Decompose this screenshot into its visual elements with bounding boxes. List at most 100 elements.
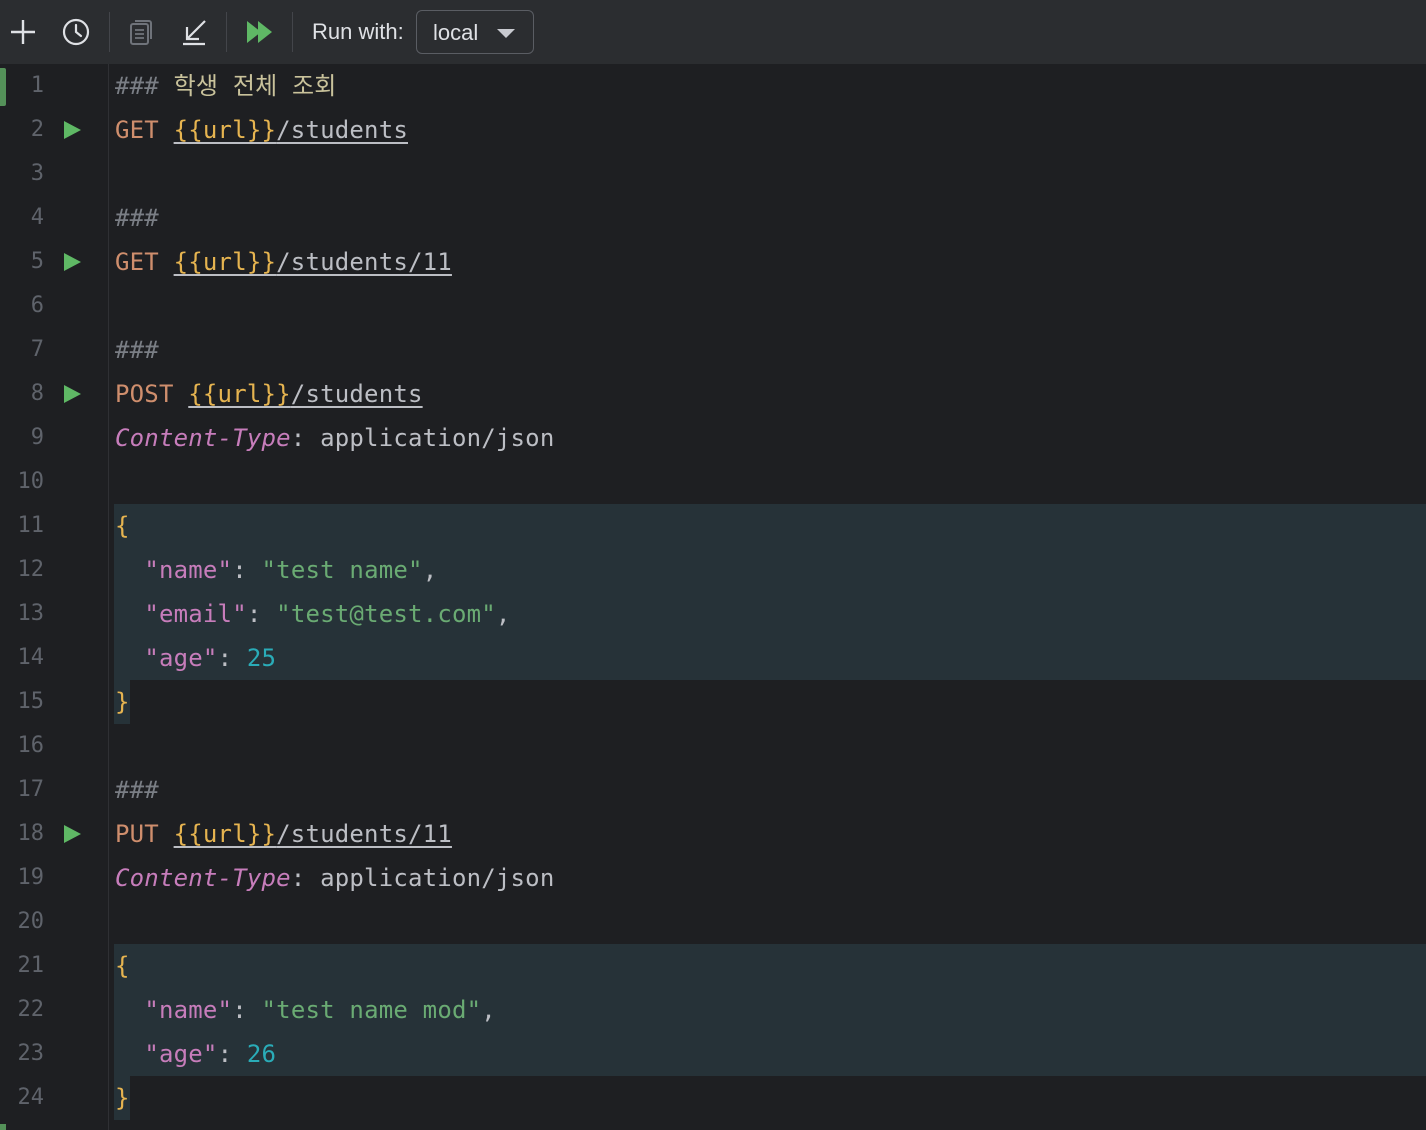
code-token: "test name": [261, 556, 423, 584]
code-text: PUT {{url}}/students/11: [115, 820, 452, 848]
code-token: "email": [144, 600, 247, 628]
line-number: 8: [30, 381, 44, 406]
toolbar-separator: [109, 12, 110, 52]
code-token: "test name mod": [261, 996, 482, 1024]
code-line[interactable]: 11 {: [0, 504, 1426, 548]
code-token: }: [115, 688, 130, 716]
code-token: : application/json: [290, 424, 555, 452]
run-all-icon: [247, 21, 272, 43]
code-token: GET: [115, 248, 174, 276]
code-token: /students: [276, 116, 408, 144]
code-text: ### 학생 전체 조회: [115, 72, 337, 100]
code-line[interactable]: 7 ###: [0, 328, 1426, 372]
history-button[interactable]: [59, 14, 93, 50]
line-number: 20: [17, 909, 45, 934]
code-token: }: [115, 1084, 130, 1112]
line-number: 13: [17, 601, 45, 626]
code-line[interactable]: 12 "name": "test name",: [0, 548, 1426, 592]
code-text: ###: [115, 204, 159, 232]
code-text: "email": "test@test.com",: [115, 600, 511, 628]
code-line[interactable]: 21 {: [0, 944, 1426, 988]
code-line[interactable]: 9 Content-Type: application/json: [0, 416, 1426, 460]
run-request-icon[interactable]: [62, 120, 82, 140]
run-request-icon[interactable]: [62, 252, 82, 272]
line-number: 18: [17, 821, 45, 846]
add-request-button[interactable]: [6, 14, 40, 50]
code-line[interactable]: 15}: [0, 680, 1426, 724]
line-number: 11: [17, 513, 45, 538]
code-line[interactable]: 13 "email": "test@test.com",: [0, 592, 1426, 636]
code-line[interactable]: 6: [0, 284, 1426, 328]
code-text: GET {{url}}/students: [115, 116, 408, 144]
code-token: ,: [481, 996, 496, 1024]
environment-select[interactable]: local: [416, 10, 534, 54]
code-token: 26: [246, 1040, 277, 1068]
code-token: {{url}}: [188, 380, 291, 408]
run-request-icon[interactable]: [62, 384, 82, 404]
code-line[interactable]: 17 ###: [0, 768, 1426, 812]
code-line[interactable]: 18 PUT {{url}}/students/11: [0, 812, 1426, 856]
code-token: : application/json: [290, 864, 555, 892]
code-line[interactable]: 2 GET {{url}}/students: [0, 108, 1426, 152]
import-button[interactable]: [177, 14, 211, 50]
code-text: GET {{url}}/students/11: [115, 248, 452, 276]
code-line[interactable]: 16: [0, 724, 1426, 768]
import-arrow-icon: [183, 20, 206, 46]
code-token: "age": [144, 1040, 218, 1068]
code-token: {: [115, 512, 130, 540]
code-token: {{url}}: [173, 116, 277, 144]
line-number: 14: [17, 645, 45, 670]
code-token: "name": [144, 996, 233, 1024]
code-text: {: [115, 512, 130, 540]
code-token: 학생 전체 조회: [173, 72, 337, 100]
line-number: 5: [30, 249, 44, 274]
code-token: :: [217, 644, 247, 672]
copy-button[interactable]: [124, 14, 158, 50]
code-token: :: [246, 600, 277, 628]
code-token: ###: [115, 204, 159, 232]
code-token: /students: [290, 380, 423, 408]
run-request-icon[interactable]: [62, 824, 82, 844]
code-line[interactable]: 23 "age": 26: [0, 1032, 1426, 1076]
code-text: Content-Type: application/json: [115, 864, 554, 892]
code-line[interactable]: 14 "age": 25: [0, 636, 1426, 680]
code-line[interactable]: 24}: [0, 1076, 1426, 1120]
line-number: 9: [30, 425, 44, 450]
code-text: ###: [115, 776, 159, 804]
line-number: 15: [17, 689, 45, 714]
code-token: GET: [115, 116, 174, 144]
line-number: 1: [30, 73, 44, 98]
toolbar-separator: [226, 12, 227, 52]
code-line[interactable]: 10: [0, 460, 1426, 504]
code-token: ###: [115, 776, 159, 804]
code-line[interactable]: 19 Content-Type: application/json: [0, 856, 1426, 900]
code-token: PUT: [115, 820, 174, 848]
code-line[interactable]: 3: [0, 152, 1426, 196]
code-line[interactable]: 20: [0, 900, 1426, 944]
chevron-down-icon: [497, 29, 515, 38]
line-number: 21: [17, 953, 45, 978]
code-token: "name": [144, 556, 233, 584]
code-line[interactable]: 5 GET {{url}}/students/11: [0, 240, 1426, 284]
code-token: {{url}}: [173, 248, 277, 276]
code-token: ###: [115, 72, 174, 100]
code-token: "test@test.com": [276, 600, 496, 628]
run-all-requests-button[interactable]: [242, 14, 276, 50]
run-with-label: Run with:: [312, 19, 404, 44]
code-token: 25: [246, 644, 277, 672]
line-number: 16: [17, 733, 45, 758]
code-token: POST: [115, 380, 189, 408]
code-line[interactable]: 1 ### 학생 전체 조회: [0, 64, 1426, 108]
code-editor[interactable]: 1 ### 학생 전체 조회 2 GET {{url}}/students 3 4 ### 5…: [0, 64, 1426, 1130]
code-text: {: [115, 952, 130, 980]
code-line[interactable]: 22 "name": "test name mod",: [0, 988, 1426, 1032]
line-number: 10: [17, 469, 45, 494]
code-line[interactable]: 8 POST {{url}}/students: [0, 372, 1426, 416]
line-number: 4: [30, 205, 44, 230]
code-token: :: [217, 1040, 247, 1068]
code-line[interactable]: 4 ###: [0, 196, 1426, 240]
